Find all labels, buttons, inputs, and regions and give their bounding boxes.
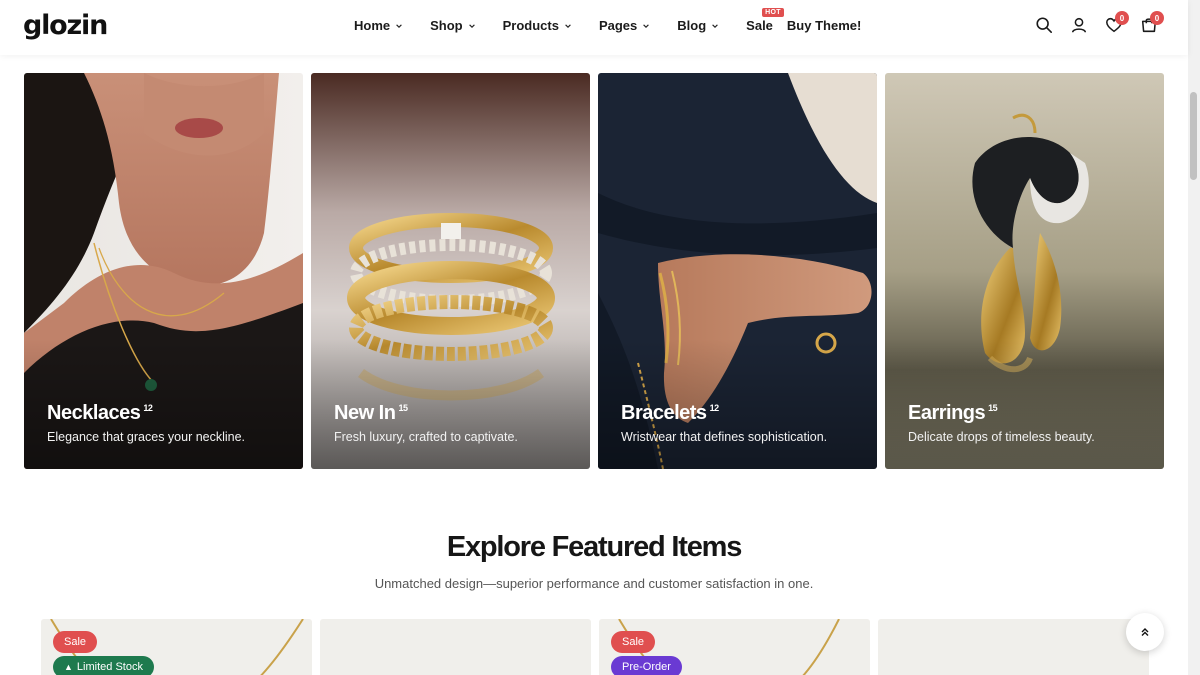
category-description: Delicate drops of timeless beauty. (908, 430, 1095, 444)
category-count: 12 (143, 403, 153, 413)
chevron-down-icon (712, 23, 718, 28)
nav-products[interactable]: Products (503, 18, 572, 33)
category-description: Wristwear that defines sophistication. (621, 430, 828, 444)
nav-sale[interactable]: Sale HOT (746, 8, 784, 33)
nav-sale-label: Sale (746, 18, 773, 33)
scrollbar-thumb[interactable] (1190, 92, 1197, 180)
wishlist-button[interactable]: 0 (1105, 11, 1129, 34)
category-description: Elegance that graces your neckline. (47, 430, 246, 444)
nav-buy-theme-label: Buy Theme! (786, 18, 862, 33)
page-scrollbar[interactable] (1188, 0, 1200, 675)
category-title: Bracelets 12 (621, 402, 719, 425)
account-button[interactable] (1070, 16, 1088, 34)
sale-badge: Sale (53, 631, 98, 653)
category-title: Earrings 15 (908, 402, 998, 425)
site-logo[interactable]: glozin (23, 10, 108, 41)
nav-home-label: Home (354, 18, 391, 33)
category-count: 15 (398, 403, 408, 413)
nav-shop-label: Shop (430, 18, 463, 33)
featured-subtitle: Unmatched design—superior performance an… (374, 576, 814, 591)
category-name: Bracelets (621, 402, 707, 424)
category-card-new-in[interactable]: New In 15 Fresh luxury, crafted to capti… (311, 73, 590, 469)
back-to-top-button[interactable] (1126, 613, 1164, 651)
limited-stock-label: Limited Stock (76, 661, 143, 673)
nav-home[interactable]: Home (354, 18, 403, 33)
featured-products: Sale ▲ Limited Stock Sale Pre-Order (41, 619, 1157, 675)
category-card-necklaces[interactable]: Necklaces 12 Elegance that graces your n… (24, 73, 303, 469)
chevron-down-icon (396, 23, 402, 28)
nav-shop[interactable]: Shop (430, 18, 476, 33)
category-name: New In (334, 402, 396, 424)
header-icons: 0 0 (1035, 11, 1175, 34)
wishlist-count: 0 (1115, 11, 1129, 25)
product-card[interactable] (878, 619, 1149, 675)
category-name: Earrings (908, 402, 986, 424)
category-count: 15 (988, 403, 998, 413)
chevron-down-icon (643, 23, 650, 28)
chevron-down-icon (468, 23, 475, 28)
sale-badge: Sale (611, 631, 656, 653)
nav-pages-label: Pages (598, 18, 638, 33)
search-icon (1036, 17, 1053, 34)
hot-badge: HOT (762, 8, 784, 17)
nav-blog-label: Blog (677, 18, 707, 33)
nav-pages[interactable]: Pages (599, 18, 650, 33)
category-cards: Necklaces 12 Elegance that graces your n… (24, 73, 1172, 469)
double-chevron-up-icon (1141, 628, 1149, 636)
category-card-bracelets[interactable]: Bracelets 12 Wristwear that defines soph… (598, 73, 877, 469)
category-title: Necklaces 12 (47, 402, 153, 425)
user-icon (1071, 17, 1087, 33)
nav-products-label: Products (502, 18, 559, 33)
product-card[interactable]: Sale ▲ Limited Stock (41, 619, 312, 675)
nav-blog[interactable]: Blog (677, 18, 719, 33)
category-card-earrings[interactable]: Earrings 15 Delicate drops of timeless b… (885, 73, 1164, 469)
featured-title: Explore Featured Items (446, 531, 743, 563)
site-header: glozin Home Shop Products Pages Blog Sal… (0, 0, 1188, 55)
product-card[interactable]: Sale Pre-Order (599, 619, 870, 675)
nav-buy-theme[interactable]: Buy Theme! (787, 18, 861, 33)
fire-icon: ▲ (64, 662, 73, 672)
limited-stock-badge: ▲ Limited Stock (53, 656, 154, 675)
cart-count: 0 (1150, 11, 1164, 25)
category-description: Fresh luxury, crafted to captivate. (334, 430, 518, 444)
search-button[interactable] (1035, 16, 1053, 34)
chevron-down-icon (565, 23, 571, 28)
category-count: 12 (709, 403, 720, 413)
product-card[interactable] (320, 619, 591, 675)
category-title: New In 15 (334, 402, 408, 425)
pre-order-badge: Pre-Order (611, 656, 682, 675)
main-nav: Home Shop Products Pages Blog Sale HOT B… (354, 8, 875, 33)
category-name: Necklaces (47, 402, 141, 424)
cart-button[interactable]: 0 (1140, 11, 1164, 34)
